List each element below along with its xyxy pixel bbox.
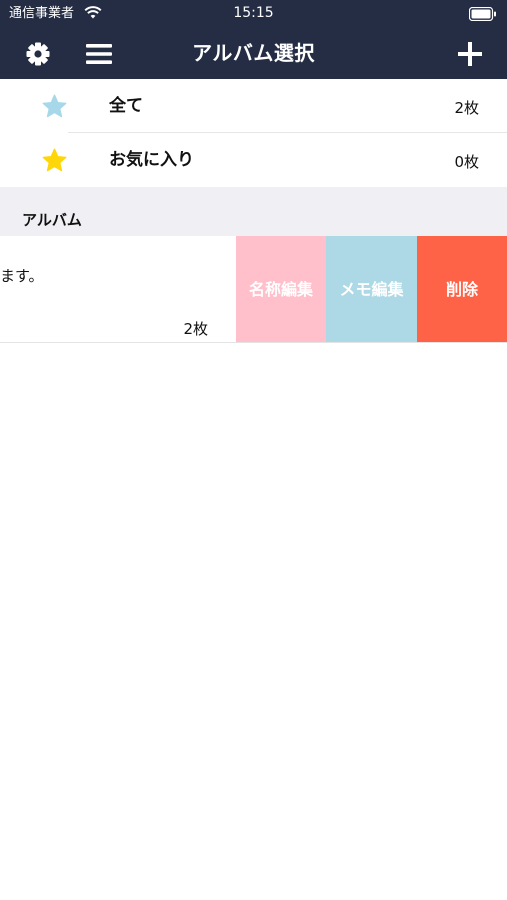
section-header-albums: アルバム [0,187,507,236]
star-icon [41,94,68,120]
navigation-bar: アルバム選択 [0,28,507,79]
album-row[interactable]: ます。 2枚 名称編集 メモ編集 削除 [0,236,507,343]
album-name: 全て [109,96,143,116]
album-row-all[interactable]: 全て 2枚 [0,79,507,133]
album-row-content[interactable]: ます。 2枚 [0,236,236,343]
status-time: 15:15 [233,5,274,21]
photo-count: 2枚 [454,99,479,117]
star-icon [41,148,68,174]
album-name: お気に入り [109,150,194,170]
photo-count: 0枚 [454,153,479,171]
delete-button[interactable]: 削除 [417,236,507,343]
edit-memo-button[interactable]: メモ編集 [326,236,417,343]
album-description: ます。 [0,267,44,285]
row-divider [0,342,507,343]
photo-count: 2枚 [183,320,208,338]
status-bar: 通信事業者 15:15 [0,0,507,28]
plus-icon[interactable] [454,38,486,70]
battery-icon [468,6,497,25]
section-title: アルバム [22,211,82,229]
album-row-favorites[interactable]: お気に入り 0枚 [0,133,507,187]
page-title: アルバム選択 [192,41,315,65]
rename-button[interactable]: 名称編集 [236,236,326,343]
